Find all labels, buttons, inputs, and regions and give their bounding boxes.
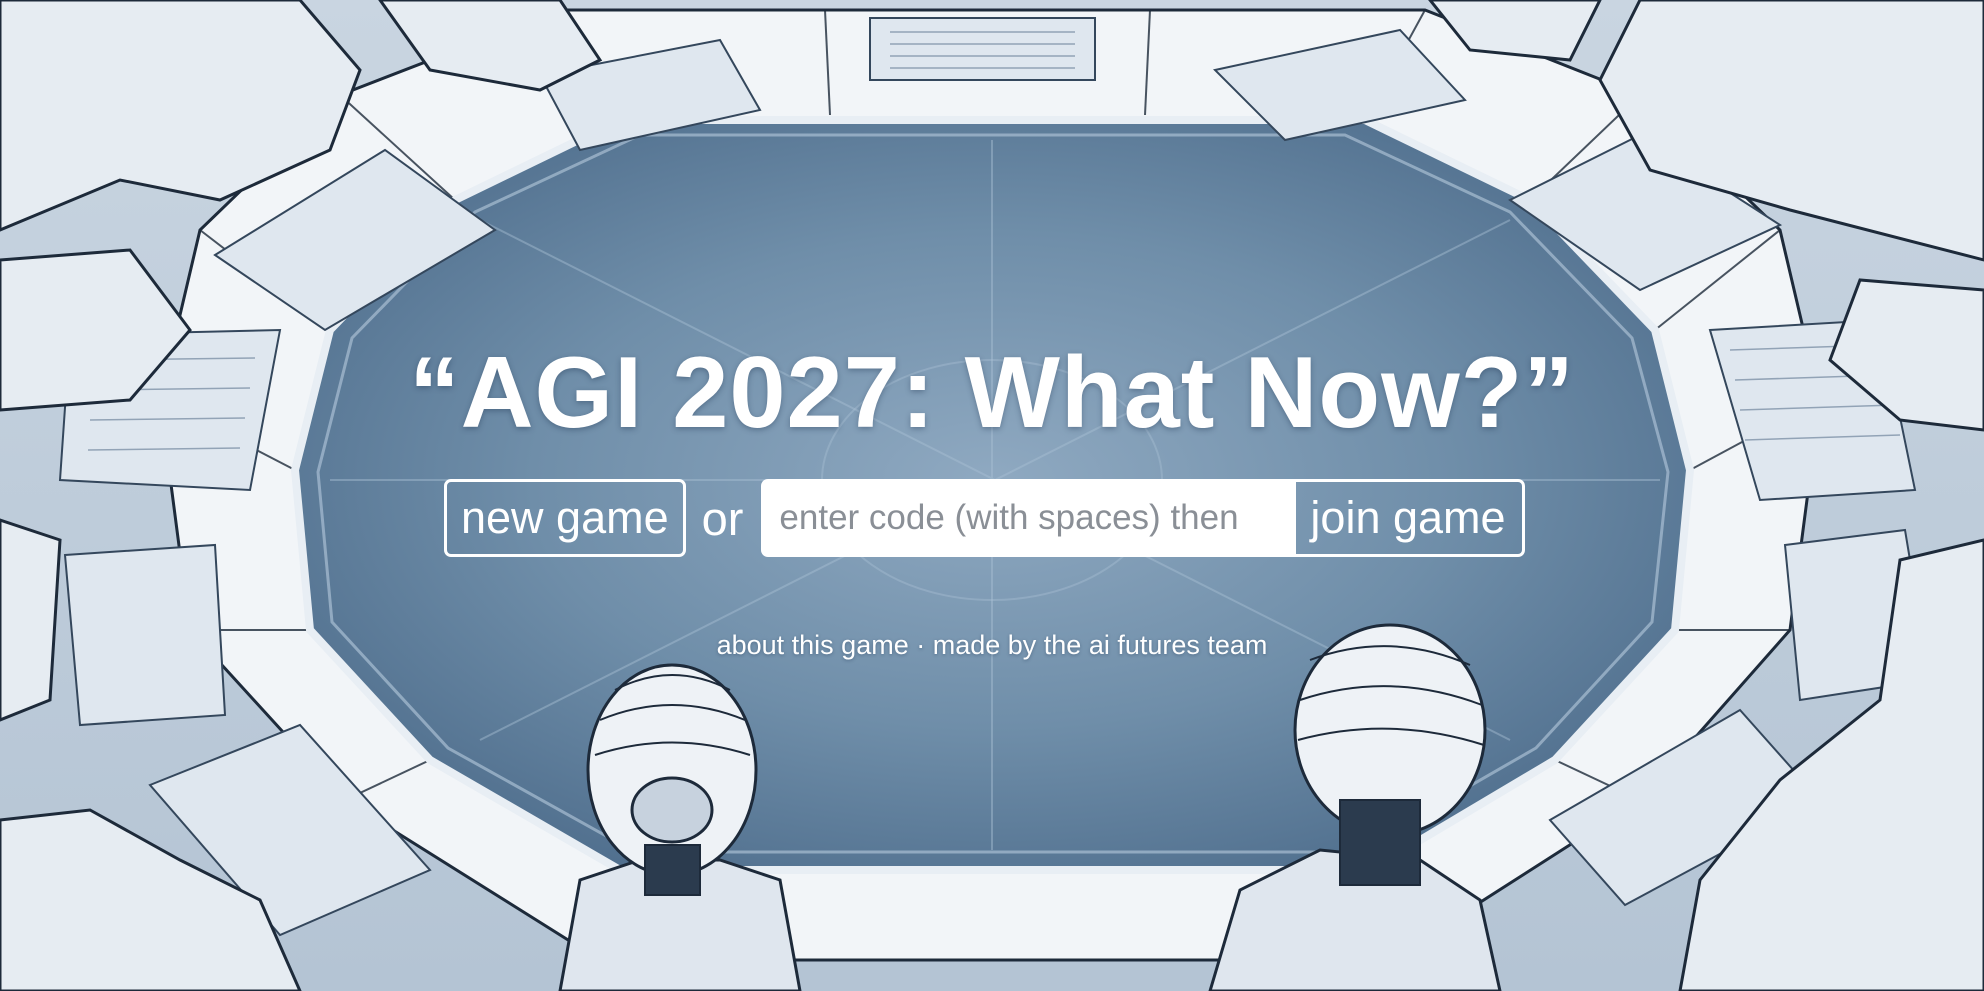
join-game-group: join game (761, 479, 1525, 557)
new-game-button[interactable]: new game (444, 479, 686, 557)
game-controls: new game or join game (444, 479, 1525, 557)
footer-links: about this game · made by the ai futures… (0, 630, 1984, 661)
about-link[interactable]: about this game (717, 630, 909, 660)
or-label: or (701, 491, 744, 545)
footer-separator: · (908, 630, 933, 660)
join-game-button[interactable]: join game (1296, 479, 1525, 557)
game-title: “AGI 2027: What Now?” (409, 337, 1575, 449)
game-code-input[interactable] (761, 479, 1297, 557)
landing-overlay: “AGI 2027: What Now?” new game or join g… (0, 0, 1984, 991)
credit-link[interactable]: made by the ai futures team (933, 630, 1268, 660)
